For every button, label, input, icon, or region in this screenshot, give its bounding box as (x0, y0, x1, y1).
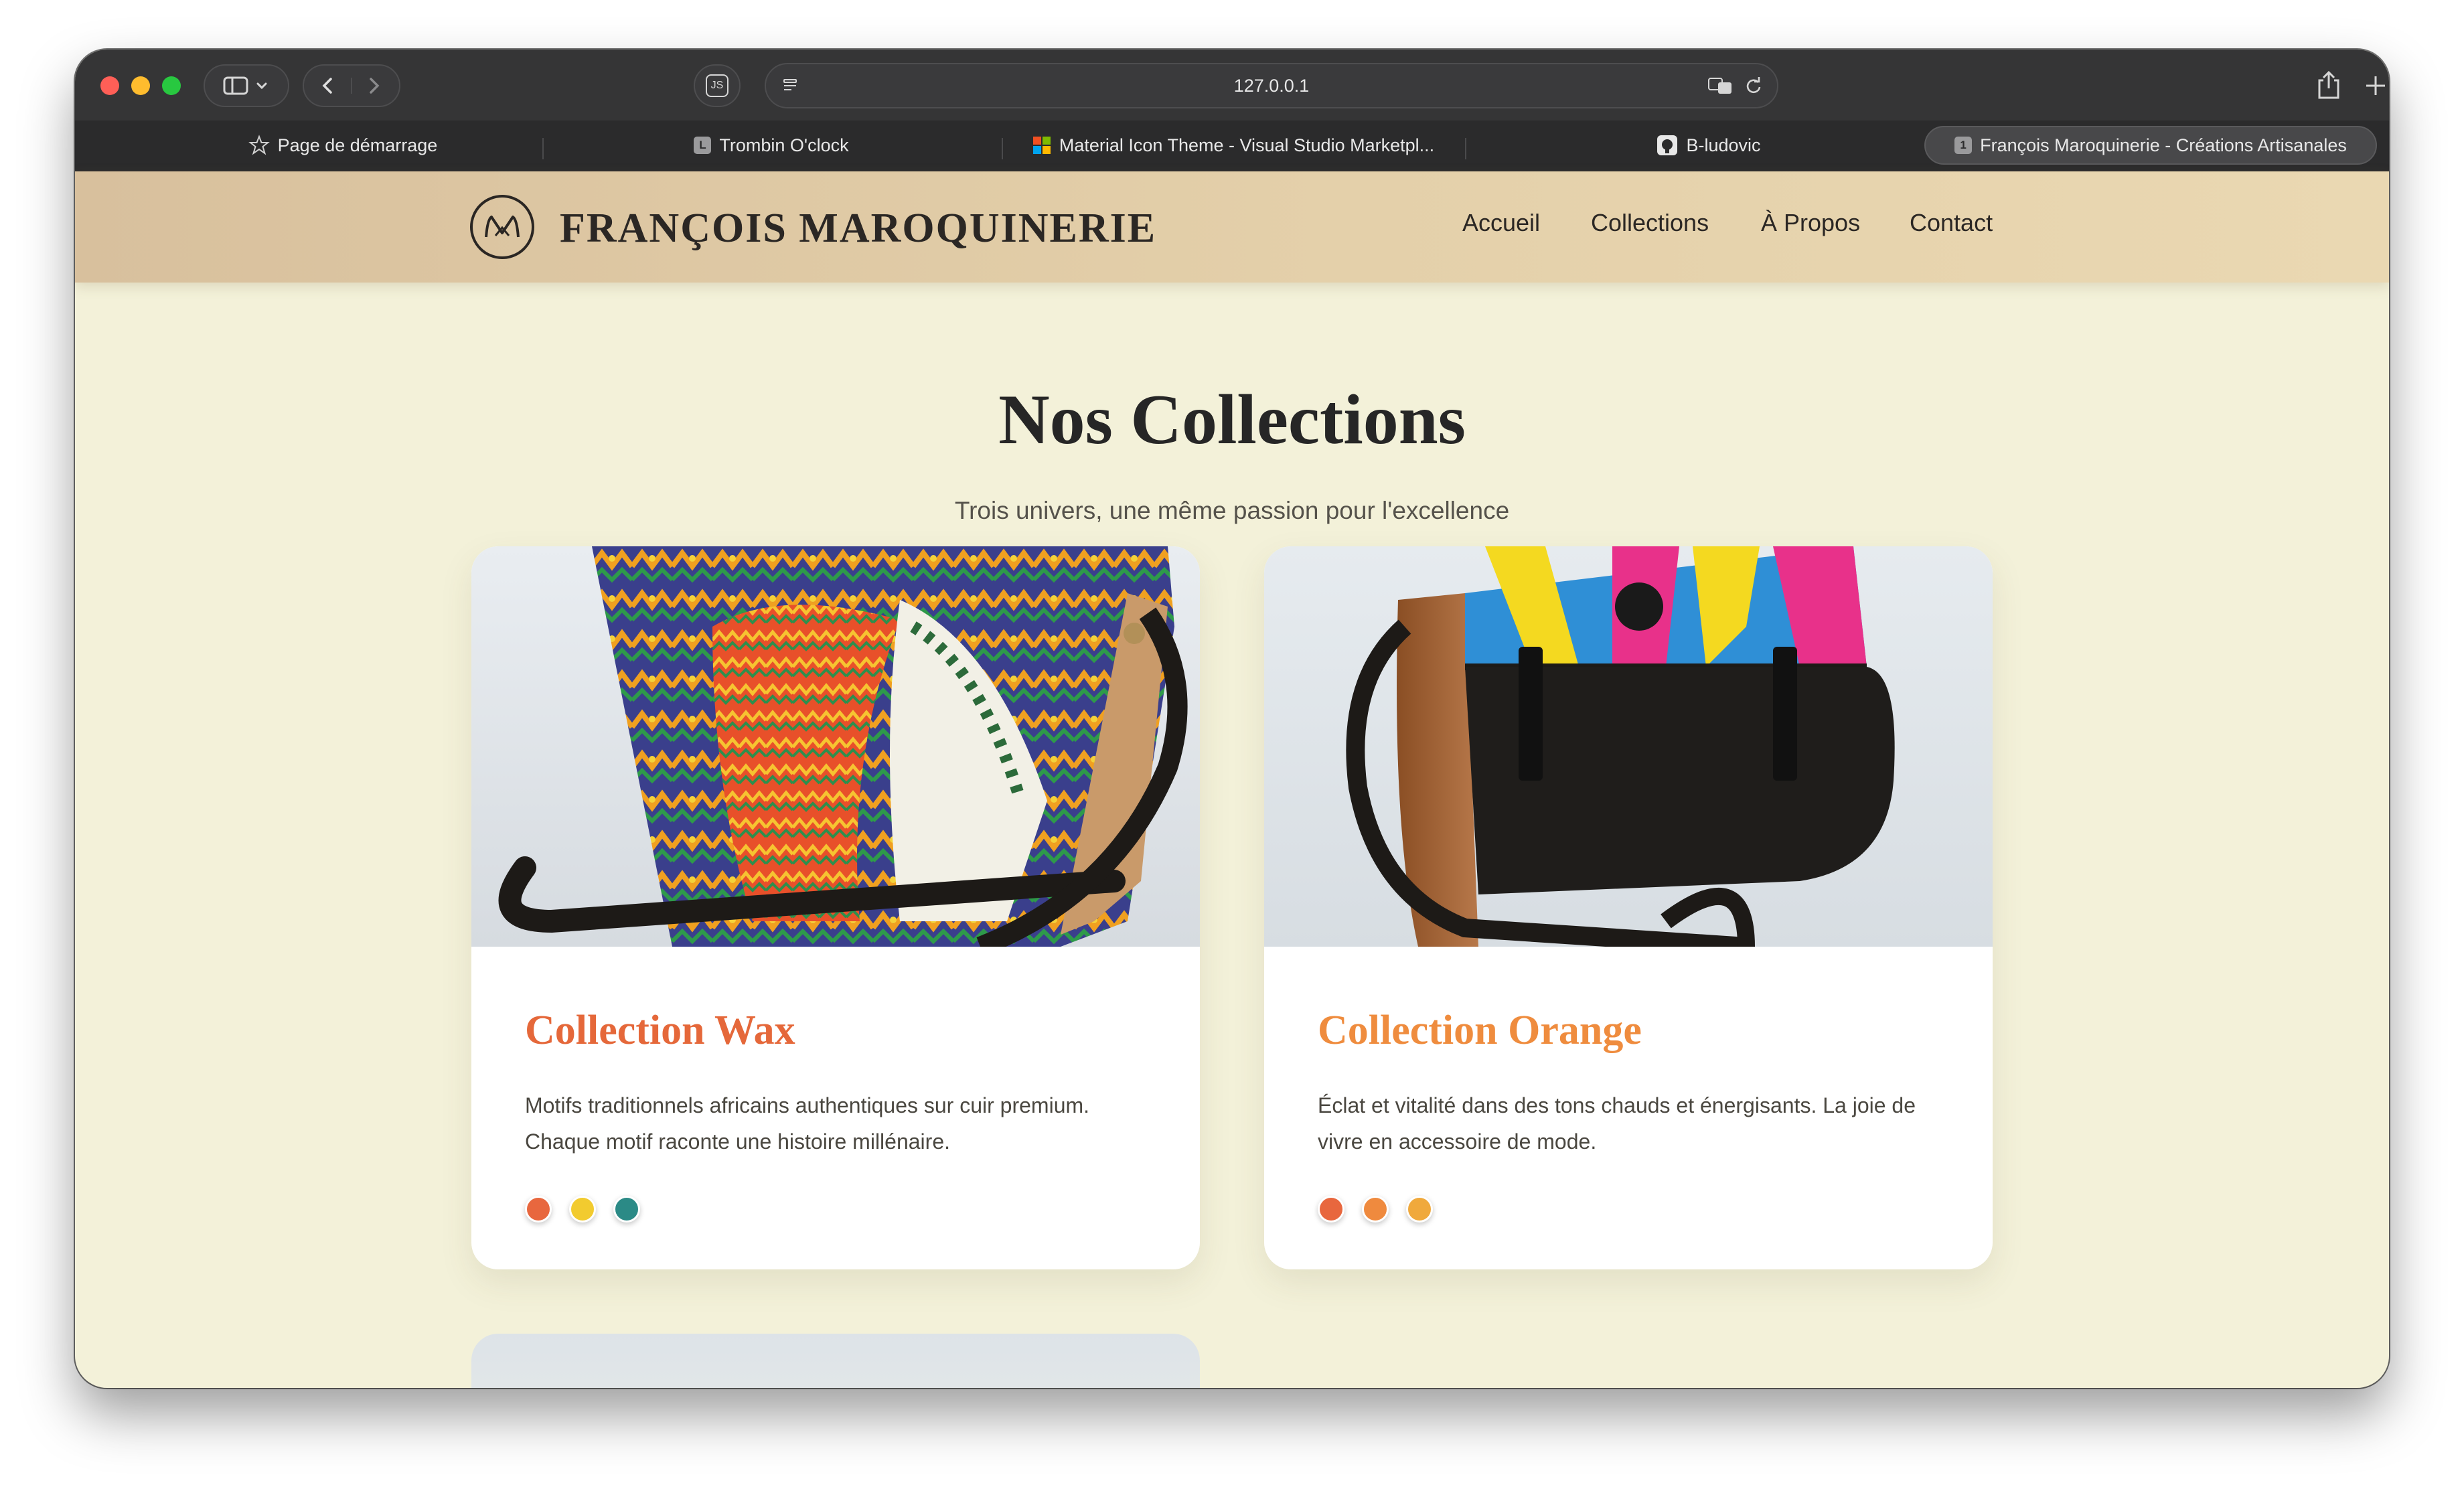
monogram-m-icon (485, 216, 520, 238)
tab-start-page[interactable]: Page de démarrage (88, 126, 597, 165)
brand-logo[interactable] (470, 195, 534, 259)
tab-bar: Page de démarrage L Trombin O'clock Mate… (75, 121, 2389, 171)
tab-favicon: 1 (1954, 137, 1973, 154)
nav-contact[interactable]: Contact (1910, 209, 1993, 237)
color-swatch (569, 1196, 596, 1223)
history-nav-group (303, 64, 400, 107)
color-swatch (1362, 1196, 1389, 1223)
tab-material-icon-theme[interactable]: Material Icon Theme - Visual Studio Mark… (1006, 126, 1461, 165)
tab-label: B-ludovic (1686, 135, 1761, 155)
address-bar[interactable]: 127.0.0.1 (765, 63, 1778, 108)
back-icon[interactable] (322, 78, 332, 94)
collection-description: Motifs traditionnels africains authentiq… (525, 1093, 1090, 1154)
star-icon (248, 135, 270, 155)
collection-title[interactable]: Collection Wax (525, 1007, 795, 1054)
tab-favicon: L (694, 137, 712, 154)
js-extension-button[interactable]: JS (694, 64, 741, 107)
color-swatch (525, 1196, 552, 1223)
color-swatch (613, 1196, 640, 1223)
page-subtitle: Trois univers, une même passion pour l'e… (954, 497, 1510, 524)
browser-toolbar: JS 127.0.0.1 (75, 50, 2389, 122)
browser-window: JS 127.0.0.1 Page de démarrage L Trombin… (75, 50, 2389, 1388)
close-window-button[interactable] (100, 76, 119, 95)
nav-collections[interactable]: Collections (1591, 209, 1709, 237)
tab-b-ludovic[interactable]: B-ludovic (1468, 126, 1950, 165)
tab-francois-maroquinerie[interactable]: 1 François Maroquinerie - Créations Arti… (1924, 126, 2377, 165)
color-swatch (1406, 1196, 1433, 1223)
new-tab-icon[interactable] (2364, 74, 2388, 98)
sidebar-toggle-button[interactable] (204, 64, 289, 107)
tab-label: François Maroquinerie - Créations Artisa… (1980, 135, 2347, 155)
share-icon[interactable] (2315, 70, 2342, 100)
zoom-window-button[interactable] (162, 76, 181, 95)
js-extension-badge: JS (706, 74, 728, 97)
collection-card-third[interactable] (471, 1334, 1200, 1388)
reload-icon[interactable] (1744, 76, 1764, 96)
nav-a-propos[interactable]: À Propos (1761, 209, 1860, 237)
collection-description: Éclat et vitalité dans des tons chauds e… (1318, 1093, 1916, 1154)
color-swatch (1318, 1196, 1344, 1223)
collection-card-wax[interactable]: Collection Wax Motifs traditionnels afri… (471, 546, 1200, 1269)
collection-card-orange[interactable]: Collection Orange Éclat et vitalité dans… (1264, 546, 1993, 1269)
tab-label: Material Icon Theme - Visual Studio Mark… (1059, 135, 1435, 155)
forward-icon[interactable] (370, 78, 380, 94)
page-title: Nos Collections (998, 380, 1466, 459)
minimize-window-button[interactable] (131, 76, 150, 95)
translate-icon[interactable] (1707, 76, 1734, 96)
wax-bag-image (471, 546, 1200, 947)
collection-title[interactable]: Collection Orange (1318, 1007, 1642, 1054)
nav-accueil[interactable]: Accueil (1462, 209, 1540, 237)
url-text: 127.0.0.1 (1233, 75, 1310, 96)
tab-trombin[interactable]: L Trombin O'clock (544, 126, 999, 165)
tab-label: Page de démarrage (277, 135, 438, 155)
brand-name[interactable]: FRANÇOIS MAROQUINERIE (560, 205, 1156, 252)
back-forward-icons (322, 78, 380, 94)
site-header: FRANÇOIS MAROQUINERIE Accueil Collection… (75, 171, 2389, 283)
sidebar-icon (223, 76, 267, 95)
tab-label: Trombin O'clock (719, 135, 849, 155)
orange-bag-image (1264, 546, 1993, 947)
github-icon (1657, 135, 1678, 155)
microsoft-logo-icon (1032, 137, 1051, 154)
